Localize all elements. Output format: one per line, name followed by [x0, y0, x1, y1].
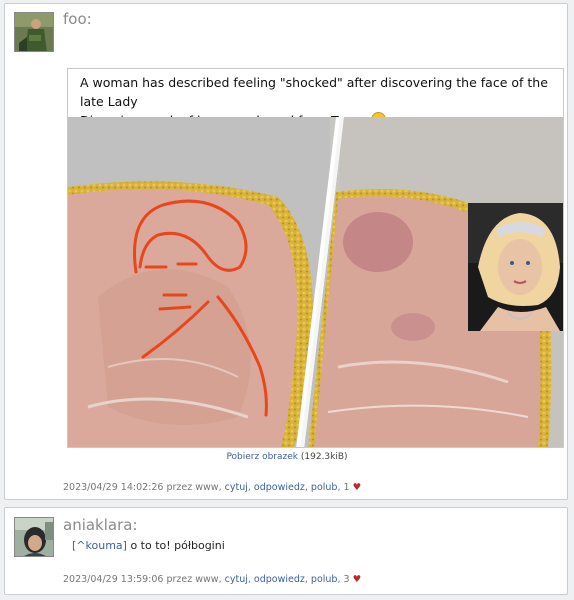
- avatar-image: [15, 13, 53, 51]
- quote-link[interactable]: cytuj: [225, 574, 248, 585]
- post-author[interactable]: foo:: [63, 10, 92, 28]
- post-datetime: 2023/04/29 14:02:26: [63, 482, 164, 493]
- mention-link[interactable]: [^kouma]: [72, 539, 127, 552]
- post-source: przez www,: [166, 574, 222, 585]
- like-link[interactable]: polub: [311, 574, 338, 585]
- like-count: 1: [343, 482, 350, 493]
- download-size: (192.3kiB): [300, 452, 348, 462]
- post-text: o to to! półbogini: [130, 539, 225, 552]
- post-image[interactable]: A woman has described feeling "shocked" …: [67, 68, 564, 448]
- heart-icon: ♥: [352, 574, 362, 585]
- portrait-inset: [468, 203, 563, 331]
- post-meta: 2023/04/29 14:02:26 przez www, cytuj, od…: [63, 482, 362, 493]
- avatar[interactable]: [14, 12, 54, 52]
- image-caption-line1: A woman has described feeling "shocked" …: [80, 75, 548, 109]
- reply-link[interactable]: odpowiedz: [254, 482, 305, 493]
- download-line: Pobierz obrazek (192.3kiB): [5, 452, 569, 462]
- avatar-image: [15, 518, 53, 556]
- avatar[interactable]: [14, 517, 54, 557]
- post-source: przez www,: [166, 482, 222, 493]
- post-body: [^kouma] o to to! półbogini: [72, 539, 225, 552]
- post-author[interactable]: aniaklara:: [63, 516, 138, 534]
- quote-link[interactable]: cytuj: [225, 482, 248, 493]
- like-link[interactable]: polub: [311, 482, 338, 493]
- post-foo: foo: A woman has described feeling "shoc…: [4, 3, 568, 500]
- download-image-link[interactable]: Pobierz obrazek: [226, 452, 298, 462]
- post-meta: 2023/04/29 13:59:06 przez www, cytuj, od…: [63, 574, 362, 585]
- post-aniaklara: aniaklara: [^kouma] o to to! półbogini 2…: [4, 507, 568, 595]
- heart-icon: ♥: [352, 482, 362, 493]
- reply-link[interactable]: odpowiedz: [254, 574, 305, 585]
- like-count: 3: [343, 574, 350, 585]
- post-datetime: 2023/04/29 13:59:06: [63, 574, 164, 585]
- ham-photo: [68, 117, 563, 447]
